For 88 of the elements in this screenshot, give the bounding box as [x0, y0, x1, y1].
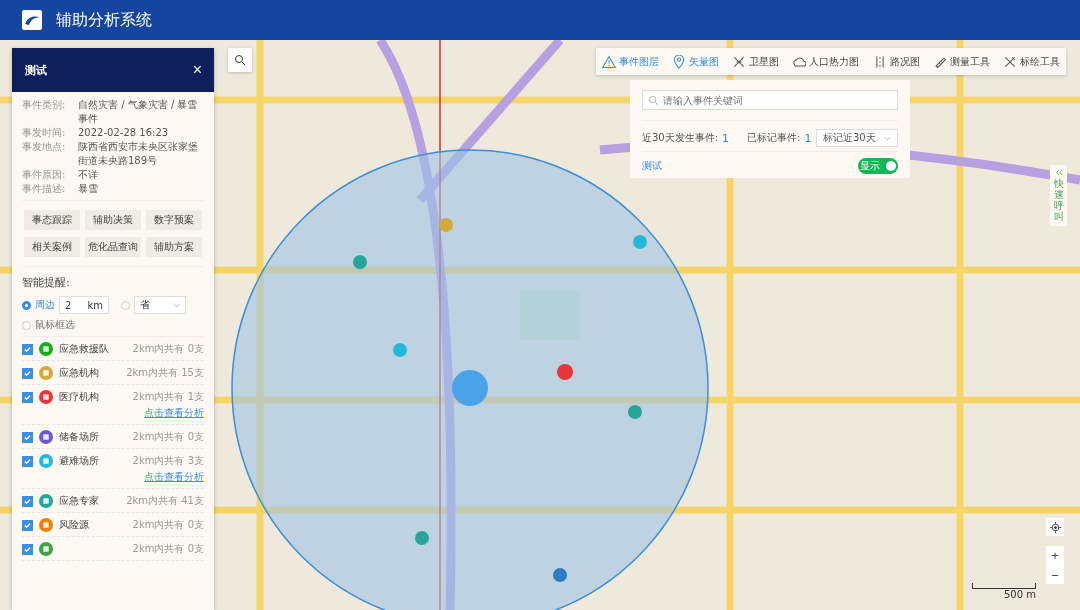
category-name: 应急专家 — [59, 494, 99, 508]
stat-label: 近30天发生事件: — [642, 131, 719, 145]
detail-label: 事发时间: — [22, 126, 67, 140]
map-tool-tab[interactable]: 人口热力图 — [790, 54, 862, 69]
map-marker[interactable] — [557, 364, 573, 380]
category-name: 避难场所 — [59, 454, 99, 468]
category-name: 风险源 — [59, 518, 89, 532]
search-icon — [648, 95, 659, 106]
map-marker[interactable] — [628, 405, 642, 419]
map-marker[interactable] — [633, 235, 647, 249]
tool-icon — [672, 54, 687, 69]
checkbox[interactable] — [22, 455, 33, 467]
region-select[interactable]: 省 — [134, 296, 186, 314]
checkbox[interactable] — [22, 543, 33, 555]
action-button[interactable]: 事态跟踪 — [24, 210, 80, 230]
stat-value: 1 — [804, 131, 812, 145]
map-marker[interactable] — [553, 568, 567, 582]
map-tool-tab[interactable]: 标绘工具 — [1000, 54, 1062, 69]
count-text: 2km内共有 0支 — [132, 430, 204, 444]
radio-button[interactable] — [121, 300, 130, 310]
map-marker[interactable] — [415, 531, 429, 545]
checkbox[interactable] — [22, 343, 33, 355]
stat-value: 1 — [722, 131, 730, 145]
close-button[interactable]: × — [190, 61, 204, 79]
tool-icon — [732, 54, 747, 69]
search-button[interactable] — [228, 48, 252, 72]
action-button[interactable]: 辅助方案 — [146, 237, 202, 257]
event-location-marker[interactable] — [452, 370, 488, 406]
map-marker[interactable] — [353, 255, 367, 269]
action-button[interactable]: 相关案例 — [24, 237, 80, 257]
layer-link[interactable]: 测试 — [642, 159, 662, 173]
map-marker[interactable] — [439, 218, 453, 232]
checkbox[interactable] — [22, 391, 33, 403]
map-tool-tab[interactable]: 事件图层 — [600, 54, 661, 69]
map-tool-tab[interactable]: 卫星图 — [730, 54, 782, 69]
count-text: 2km内共有 0支 — [132, 518, 204, 532]
radio-label: 鼠标框选 — [35, 318, 75, 332]
checkbox[interactable] — [22, 431, 33, 443]
stat-label: 已标记事件: — [747, 131, 801, 145]
category-name: 应急机构 — [59, 366, 99, 380]
detail-label: 事件描述: — [22, 182, 67, 196]
action-button[interactable]: 辅助决策 — [85, 210, 141, 230]
checkbox[interactable] — [22, 495, 33, 507]
double-chevron-icon — [1054, 169, 1063, 176]
detail-value: 陕西省西安市未央区张家堡街道未央路189号 — [78, 140, 199, 168]
caret-icon — [884, 135, 891, 141]
action-button[interactable]: 数字预案 — [146, 210, 202, 230]
tool-icon — [602, 54, 616, 69]
locate-button[interactable] — [1046, 518, 1064, 536]
section-title: 智能提醒: — [22, 275, 71, 290]
app-title: 辅助分析系统 — [56, 9, 152, 31]
crosshair-icon — [1049, 521, 1061, 533]
detail-value: 不详 — [78, 168, 99, 182]
count-text: 2km内共有 1支 — [132, 390, 204, 404]
detail-value: 2022-02-28 16:23 — [78, 126, 170, 140]
radio-button[interactable] — [22, 300, 31, 310]
period-select[interactable]: 标记近30天 — [816, 129, 898, 147]
logo-icon — [22, 10, 42, 30]
count-text: 2km内共有 15支 — [126, 366, 204, 380]
count-text: 2km内共有 3支 — [132, 454, 204, 468]
category-name: 储备场所 — [59, 430, 99, 444]
map-marker[interactable] — [393, 343, 407, 357]
tool-icon — [1002, 54, 1017, 69]
map-tool-tab[interactable]: 测量工具 — [930, 54, 992, 69]
radius-field[interactable]: 2 km — [59, 296, 109, 314]
detail-value: 暴雪 — [78, 182, 99, 196]
radio-label: 周边 — [35, 298, 55, 312]
count-text: 2km内共有 41支 — [126, 494, 204, 508]
map-tool-tab[interactable]: 矢量图 — [670, 54, 722, 69]
category-name: 应急救援队 — [59, 342, 109, 356]
map-tool-tab[interactable]: 路况图 — [870, 54, 922, 69]
detail-label: 事件类别: — [22, 98, 67, 112]
count-text: 2km内共有 0支 — [132, 542, 204, 556]
caret-icon — [173, 302, 180, 308]
detail-label: 事件原因: — [22, 168, 67, 182]
scale-bar: 500 m — [972, 583, 1036, 600]
checkbox[interactable] — [22, 367, 33, 379]
tool-icon — [792, 54, 807, 69]
detail-value: 自然灾害 / 气象灾害 / 暴雪事件 — [78, 98, 199, 126]
detail-label: 事发地点: — [22, 140, 67, 154]
panel-title: 测试 — [25, 62, 47, 78]
search-icon — [234, 54, 246, 66]
search-field[interactable]: 请输入事件关键词 — [642, 90, 898, 110]
category-name: 医疗机构 — [59, 390, 99, 404]
radio-button[interactable] — [22, 320, 31, 330]
action-button[interactable]: 危化品查询 — [85, 237, 141, 257]
count-text: 2km内共有 0支 — [132, 342, 204, 356]
checkbox[interactable] — [22, 519, 33, 531]
